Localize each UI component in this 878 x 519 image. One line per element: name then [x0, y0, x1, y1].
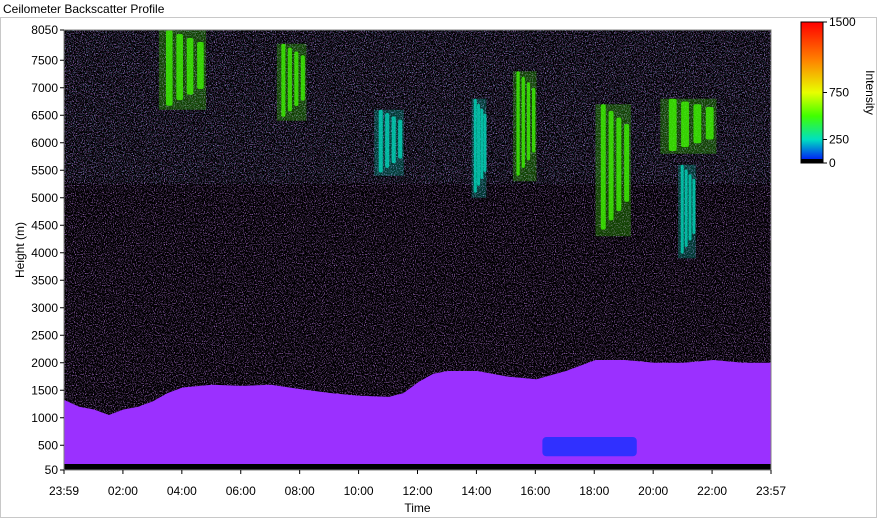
x-tick-label: 23:59 — [49, 484, 79, 498]
y-tick-label: 3000 — [31, 301, 58, 315]
y-tick-label: 3500 — [31, 273, 58, 287]
colorbar-tick-label: 0 — [829, 156, 836, 170]
cloud-feature — [374, 109, 404, 176]
y-tick-label: 4000 — [31, 246, 58, 260]
cloud-feature — [276, 43, 307, 121]
x-tick-label: 04:00 — [167, 484, 197, 498]
y-tick-label: 6500 — [31, 108, 58, 122]
x-tick-label: 18:00 — [579, 484, 609, 498]
y-tick-label: 500 — [38, 438, 58, 452]
x-tick-label: 16:00 — [520, 484, 550, 498]
cloud-feature — [158, 30, 207, 110]
x-tick-label: 14:00 — [461, 484, 491, 498]
x-tick-label: 08:00 — [285, 484, 315, 498]
y-axis-label: Height (m) — [13, 222, 27, 278]
y-tick-label: 8050 — [31, 23, 58, 37]
colorbar-tick-label: 1500 — [829, 15, 856, 29]
y-tick-label: 1000 — [31, 411, 58, 425]
cloud-feature — [512, 71, 537, 182]
cloud-feature — [595, 104, 631, 237]
x-tick-label: 06:00 — [226, 484, 256, 498]
bottom-band — [64, 464, 771, 470]
y-tick-label: 2500 — [31, 328, 58, 342]
y-tick-label: 50 — [45, 463, 59, 477]
y-tick-label: 7000 — [31, 81, 58, 95]
y-tick-label: 2000 — [31, 356, 58, 370]
y-tick-label: 1500 — [31, 383, 58, 397]
colorbar-tick-label: 250 — [829, 133, 849, 147]
low-feature — [542, 437, 637, 457]
y-tick-label: 5000 — [31, 191, 58, 205]
colorbar-label: Intensity — [863, 70, 877, 115]
cloud-feature — [660, 98, 717, 154]
x-tick-label: 10:00 — [344, 484, 374, 498]
cloud-feature — [471, 98, 487, 198]
colorbar[interactable] — [800, 21, 824, 164]
y-tick-label: 5500 — [31, 163, 58, 177]
y-tick-label: 7500 — [31, 53, 58, 67]
x-tick-label: 02:00 — [108, 484, 138, 498]
cloud-feature — [678, 164, 696, 259]
x-tick-label: 23:57 — [756, 484, 786, 498]
backscatter-chart[interactable]: 5050010001500200025003000350040004500500… — [0, 0, 878, 519]
x-tick-label: 20:00 — [638, 484, 668, 498]
x-tick-label: 22:00 — [697, 484, 727, 498]
y-tick-label: 6000 — [31, 136, 58, 150]
x-tick-label: 12:00 — [402, 484, 432, 498]
colorbar-floor — [801, 159, 823, 163]
y-tick-label: 4500 — [31, 218, 58, 232]
colorbar-tick-label: 750 — [829, 86, 849, 100]
x-axis-label: Time — [404, 501, 431, 515]
